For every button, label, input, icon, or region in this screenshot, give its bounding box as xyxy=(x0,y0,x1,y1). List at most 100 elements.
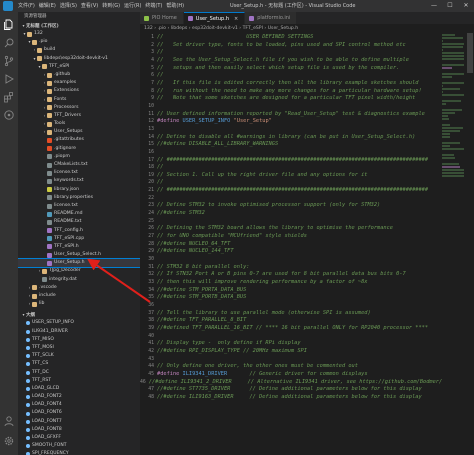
platformio-icon[interactable] xyxy=(3,106,15,120)
search-icon[interactable] xyxy=(3,34,15,48)
tree-folder[interactable]: › TJpg_Decoder xyxy=(18,267,140,275)
code-line[interactable]: 45 #define ILI9341_DRIVER // Generic driv… xyxy=(140,371,474,379)
tree-file[interactable]: integrity.dat xyxy=(18,276,140,284)
code-line[interactable]: 28//#define NUCLEO_64_TFT xyxy=(140,241,474,249)
code-line[interactable]: 13 xyxy=(140,126,474,134)
tree-file[interactable]: .gitattributes xyxy=(18,136,140,144)
code-line[interactable]: 2// Set driver type, fonts to be loaded,… xyxy=(140,42,474,50)
tree-file[interactable]: TFT_eSPI.h xyxy=(18,243,140,251)
minimize-button[interactable]: — xyxy=(426,0,442,12)
tree-file[interactable]: license.txt xyxy=(18,202,140,210)
code-line[interactable]: 24//#define STM32 xyxy=(140,210,474,218)
tree-folder[interactable]: › TFT_Drivers xyxy=(18,112,140,120)
code-line[interactable]: 7// If this file is edited correctly the… xyxy=(140,80,474,88)
code-line[interactable]: 9// Note that some sketches are designed… xyxy=(140,95,474,103)
extensions-icon[interactable] xyxy=(3,88,15,103)
tree-folder[interactable]: ▾ libdeps\esp32doit-devkit-v1 xyxy=(18,55,140,63)
tree-file[interactable]: library.properties xyxy=(18,194,140,202)
code-line[interactable]: 20// xyxy=(140,179,474,187)
close-tab-icon[interactable]: × xyxy=(234,13,238,25)
tree-folder[interactable]: ▾ TFT_eSPI xyxy=(18,63,140,71)
code-line[interactable]: 41// Display type - only define if RPi d… xyxy=(140,340,474,348)
outline-item[interactable]: LOAD_FONT7 xyxy=(18,418,140,426)
maximize-button[interactable]: ☐ xyxy=(442,0,458,12)
outline-item[interactable]: LOAD_FONT8 xyxy=(18,426,140,434)
tree-folder[interactable]: › examples xyxy=(18,79,140,87)
menu-item[interactable]: 查看(V) xyxy=(79,0,100,12)
code-line[interactable]: 5// setups and then easily select which … xyxy=(140,65,474,73)
outline-item[interactable]: LOAD_FONT6 xyxy=(18,409,140,417)
menu-item[interactable]: 终端(T) xyxy=(143,0,164,12)
tree-folder[interactable]: › .github xyxy=(18,71,140,79)
tree-file[interactable]: README.txt xyxy=(18,218,140,226)
tree-file[interactable]: .gitignore xyxy=(18,145,140,153)
code-line[interactable]: 3// xyxy=(140,49,474,57)
code-view[interactable]: 1// USER DEFINED SETTINGS 2// Set driver … xyxy=(140,33,474,402)
code-line[interactable]: 25 xyxy=(140,218,474,226)
menu-item[interactable]: 文件(F) xyxy=(16,0,37,12)
menu-item[interactable]: 转到(G) xyxy=(100,0,122,12)
code-line[interactable]: 26// Defining the STM32 board allows the… xyxy=(140,225,474,233)
code-line[interactable]: 39//#defined TFT_PARALLEL_16_BIT // ****… xyxy=(140,325,474,333)
outline-item[interactable]: TFT_MISO xyxy=(18,336,140,344)
code-line[interactable]: 29//#define NUCLEO_144_TFT xyxy=(140,248,474,256)
outline-item[interactable]: ILI9341_DRIVER xyxy=(18,328,140,336)
code-line[interactable]: 1// USER DEFINED SETTINGS xyxy=(140,34,474,42)
close-button[interactable]: ✕ xyxy=(458,0,474,12)
code-line[interactable]: 37// Tell the library to use parallel mo… xyxy=(140,310,474,318)
menu-item[interactable]: 运行(R) xyxy=(122,0,143,12)
account-icon[interactable] xyxy=(3,412,15,427)
code-line[interactable]: 11// User defined information reported b… xyxy=(140,111,474,119)
code-line[interactable]: 36 xyxy=(140,302,474,310)
code-line[interactable]: 32// If STN32 Port A or B pins 0-7 are u… xyxy=(140,271,474,279)
tree-file[interactable]: User_Setup_Select.h xyxy=(18,251,140,259)
minimap[interactable] xyxy=(442,33,466,455)
outline-item[interactable]: SPI_FREQUENCY xyxy=(18,450,140,455)
tree-folder[interactable]: › .vscode xyxy=(18,284,140,292)
source-control-icon[interactable] xyxy=(3,52,15,67)
editor-tab[interactable]: platformio.ini xyxy=(245,12,298,24)
tree-file[interactable]: TFT_eSPI.cpp xyxy=(18,235,140,243)
tree-file[interactable]: .piopm xyxy=(18,153,140,161)
run-debug-icon[interactable] xyxy=(3,70,15,84)
outline-item[interactable]: LOAD_FONT4 xyxy=(18,401,140,409)
editor-tab[interactable]: PIO Home xyxy=(140,12,184,24)
tree-folder[interactable]: › Extensions xyxy=(18,87,140,95)
vertical-scrollbar[interactable] xyxy=(466,33,474,455)
tree-folder[interactable]: › Processors xyxy=(18,104,140,112)
outline-item[interactable]: TFT_MOSI xyxy=(18,344,140,352)
code-line[interactable]: 40 xyxy=(140,333,474,341)
code-line[interactable]: 17// ###################################… xyxy=(140,157,474,165)
code-line[interactable]: 33// then this will improve rendering pe… xyxy=(140,279,474,287)
tree-file[interactable]: license.txt xyxy=(18,169,140,177)
code-line[interactable]: 6// xyxy=(140,72,474,80)
outline-item[interactable]: SMOOTH_FONT xyxy=(18,442,140,450)
code-line[interactable]: 27// for UNO compatible "MCUfriend" styl… xyxy=(140,233,474,241)
tree-file[interactable]: keywords.txt xyxy=(18,177,140,185)
outline-item[interactable]: TFT_RST xyxy=(18,377,140,385)
tree-file[interactable]: User_Setup.h xyxy=(18,258,140,269)
outline-section-title[interactable]: ▾ 大纲 xyxy=(18,311,140,320)
outline-item[interactable]: USER_SETUP_INFO xyxy=(18,319,140,327)
scroll-thumb[interactable] xyxy=(467,33,473,73)
code-line[interactable]: 10 xyxy=(140,103,474,111)
tree-file[interactable]: TFT_config.h xyxy=(18,227,140,235)
outline-item[interactable]: TFT_CS xyxy=(18,360,140,368)
tree-file[interactable]: library.json xyxy=(18,186,140,194)
breadcrumb[interactable]: 132 › .pio › libdeps › esp32doit-devkit-… xyxy=(140,24,474,33)
settings-icon[interactable] xyxy=(3,432,15,446)
code-line[interactable]: 22 xyxy=(140,195,474,203)
code-line[interactable]: 31// STM32 8 bit parallel only: xyxy=(140,264,474,272)
tree-folder[interactable]: ▾ 132 xyxy=(18,30,140,38)
code-line[interactable]: 18// xyxy=(140,164,474,172)
code-line[interactable]: 46//#define ILI9341_2_DRIVER // Alternat… xyxy=(140,379,474,387)
tree-folder[interactable]: › build xyxy=(18,46,140,54)
outline-item[interactable]: LOAD_GLCD xyxy=(18,385,140,393)
code-line[interactable]: 34//#define STM_PORTA_DATA_BUS xyxy=(140,287,474,295)
code-line[interactable]: 15//#define DISABLE_ALL_LIBRARY_WARNINGS xyxy=(140,141,474,149)
tree-folder[interactable]: › Tools xyxy=(18,120,140,128)
code-line[interactable]: 8// run without the need to make any mor… xyxy=(140,88,474,96)
tree-folder[interactable]: › lib xyxy=(18,300,140,308)
workspace-section-title[interactable]: ▾ 无标题 (工作区) xyxy=(18,22,140,30)
code-line[interactable]: 47//#define ST7735_DRIVER // Define addi… xyxy=(140,386,474,394)
